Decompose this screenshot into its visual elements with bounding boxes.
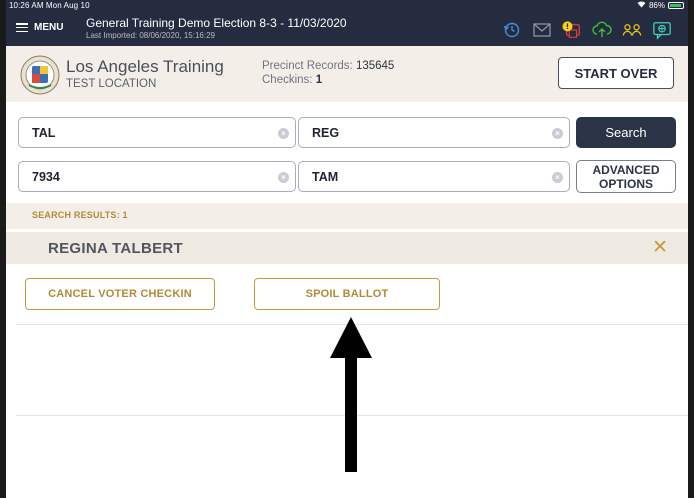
cancel-voter-checkin-button[interactable]: CANCEL VOTER CHECKIN [25, 278, 215, 310]
close-icon[interactable]: ✕ [652, 236, 668, 259]
last-imported: Last Imported: 08/06/2020, 15:16:29 [86, 31, 215, 40]
checkins: Checkins: 1 [262, 74, 322, 86]
app-window: 10:26 AM Mon Aug 10 86% MENU General Tra… [6, 0, 688, 498]
battery-percent: 86% [648, 1, 665, 10]
search-button[interactable]: Search [576, 117, 676, 148]
wifi-icon [637, 1, 646, 10]
number-value: 7934 [32, 170, 60, 184]
number-field[interactable]: 7934 × [18, 161, 296, 192]
voter-name: REGINA TALBERT [48, 240, 184, 257]
fourth-field[interactable]: TAM × [298, 161, 570, 192]
menu-label: MENU [34, 22, 64, 33]
clear-icon[interactable]: × [278, 128, 289, 139]
election-title: General Training Demo Election 8-3 - 11/… [86, 16, 347, 30]
first-name-value: REG [312, 126, 340, 140]
location-header: Los Angeles Training TEST LOCATION Preci… [6, 46, 688, 102]
printer-alert-icon[interactable] [562, 20, 582, 40]
checkins-label: Checkins: [262, 74, 316, 86]
precinct-records-value: 135645 [355, 60, 395, 72]
location-name: TEST LOCATION [66, 78, 157, 90]
top-bar: 10:26 AM Mon Aug 10 86% MENU General Tra… [6, 0, 688, 46]
advanced-options-button[interactable]: ADVANCED OPTIONS [576, 160, 676, 193]
election-info: General Training Demo Election 8-3 - 11/… [86, 16, 347, 40]
status-time: 10:26 AM Mon Aug 10 [9, 1, 90, 10]
battery-icon [668, 2, 684, 9]
advanced-label-line2: OPTIONS [598, 177, 653, 191]
clear-icon[interactable]: × [552, 128, 563, 139]
cloud-upload-icon[interactable] [592, 20, 612, 40]
precinct-records-label: Precinct Records: [262, 60, 356, 72]
toolbar-icons [502, 20, 672, 40]
advanced-label-line1: ADVANCED [592, 163, 660, 177]
checkins-value: 1 [315, 74, 323, 86]
spoil-ballot-button[interactable]: SPOIL BALLOT [254, 278, 440, 310]
chat-icon[interactable] [652, 20, 672, 40]
fourth-value: TAM [312, 170, 339, 184]
search-results-header: SEARCH RESULTS: 1 [6, 203, 688, 229]
org-name: Los Angeles Training [66, 57, 224, 76]
hamburger-icon [16, 23, 28, 32]
users-icon[interactable] [622, 20, 642, 40]
menu-button[interactable]: MENU [16, 22, 63, 33]
voter-row[interactable]: REGINA TALBERT ✕ [6, 232, 688, 264]
mail-icon[interactable] [532, 20, 552, 40]
county-seal-logo [20, 55, 60, 95]
precinct-records: Precinct Records: 135645 [262, 60, 394, 72]
history-icon[interactable] [502, 20, 522, 40]
search-results-count: SEARCH RESULTS: 1 [32, 210, 128, 220]
annotation-arrow-icon [330, 317, 372, 472]
clear-icon[interactable]: × [278, 172, 289, 183]
first-name-field[interactable]: REG × [298, 117, 570, 148]
last-name-field[interactable]: TAL × [18, 117, 296, 148]
start-over-button[interactable]: START OVER [558, 57, 674, 89]
status-indicators: 86% [637, 1, 684, 10]
clear-icon[interactable]: × [552, 172, 563, 183]
last-name-value: TAL [32, 126, 56, 140]
